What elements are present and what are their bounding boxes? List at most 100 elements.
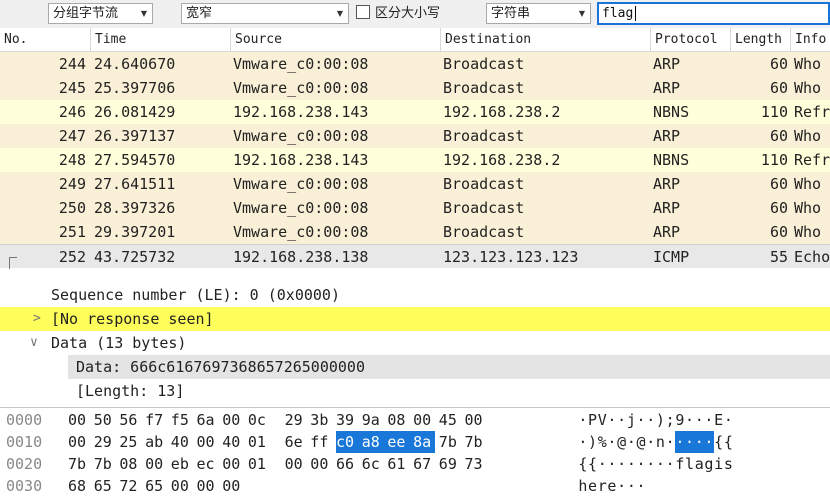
hex-byte[interactable]: 08 [387,409,409,431]
hex-byte[interactable]: c0 [336,431,362,453]
ascii-char[interactable]: · [675,431,685,453]
hex-byte[interactable]: 72 [119,475,141,497]
ascii-char[interactable]: V [597,409,607,431]
hex-byte[interactable]: 73 [465,453,487,475]
detail-row-no-response[interactable]: > [No response seen] [0,307,830,331]
ascii-char[interactable]: e [607,475,617,497]
ascii-char[interactable]: r [597,475,607,497]
ascii-char[interactable]: · [617,453,627,475]
ascii-char[interactable]: ) [588,431,598,453]
hex-byte[interactable]: 00 [413,409,435,431]
ascii-char[interactable]: · [724,409,734,431]
hex-byte[interactable]: eb [171,453,193,475]
ascii-char[interactable]: · [617,475,627,497]
hex-byte[interactable]: 65 [94,475,116,497]
char-width-select[interactable]: 宽窄 ▼ [181,3,349,24]
ascii-char[interactable]: i [714,453,724,475]
packet-details[interactable]: Sequence number (LE): 0 (0x0000) > [No r… [0,283,830,405]
packet-row[interactable]: 248 27.594570 192.168.238.143 192.168.238.2… [0,148,830,172]
ascii-char[interactable]: s [724,453,734,475]
ascii-char[interactable]: j [627,409,637,431]
hex-byte[interactable]: 00 [222,409,244,431]
hex-byte[interactable]: 00 [145,453,167,475]
hex-byte[interactable]: 25 [119,431,141,453]
ascii-char[interactable]: a [694,453,704,475]
ascii-char[interactable]: · [636,475,646,497]
packet-bytes[interactable]: 0000 00 50 56 f7 f5 6a 00 0c 29 3b 39 9a 08 00 45 00 · P V ·… [0,407,830,500]
ascii-char[interactable]: · [704,409,714,431]
checkbox-icon[interactable] [356,5,370,19]
hex-row[interactable]: 0020 7b 7b 08 00 eb ec 00 01 00 00 66 6c 61 67 69 73{{· ·… [0,453,830,475]
ascii-char[interactable]: · [578,409,588,431]
hex-byte[interactable]: 40 [171,431,193,453]
ascii-char[interactable]: · [704,431,714,453]
column-header-destination[interactable]: Destination [440,28,650,52]
ascii-char[interactable]: · [617,409,627,431]
ascii-char[interactable]: @ [617,431,627,453]
hex-byte[interactable]: 66 [336,453,358,475]
ascii-char[interactable]: · [694,431,705,453]
hex-byte[interactable]: f5 [171,409,193,431]
hex-byte[interactable]: 29 [285,409,307,431]
ascii-char[interactable]: g [704,453,714,475]
hex-byte[interactable]: f7 [145,409,167,431]
hex-byte[interactable]: 01 [248,453,270,475]
ascii-char[interactable]: · [685,409,695,431]
packet-row[interactable]: 252 43.725732 192.168.238.138 123.123.123.1… [0,244,830,269]
ascii-char[interactable]: · [607,431,617,453]
ascii-char[interactable]: e [588,475,598,497]
hex-byte[interactable]: 3b [310,409,332,431]
hex-byte[interactable]: 01 [248,431,270,453]
hex-byte[interactable]: 39 [336,409,358,431]
hex-byte[interactable]: 29 [94,431,116,453]
hex-byte[interactable]: 65 [145,475,167,497]
ascii-char[interactable]: · [694,409,704,431]
hex-byte[interactable]: 67 [413,453,435,475]
ascii-char[interactable]: · [627,431,637,453]
hex-byte[interactable]: a8 [361,431,388,453]
ascii-char[interactable]: · [597,453,607,475]
ascii-char[interactable]: · [646,431,656,453]
ascii-char[interactable]: E [714,409,724,431]
ascii-char[interactable]: { [578,453,588,475]
hex-byte[interactable]: ee [387,431,414,453]
hex-byte[interactable]: 00 [465,409,487,431]
hex-byte[interactable]: 00 [310,453,332,475]
detail-row-data[interactable]: ∨ Data (13 bytes) [0,331,830,355]
hex-byte[interactable]: 00 [197,475,219,497]
ascii-char[interactable]: · [627,475,637,497]
ascii-char[interactable]: P [588,409,598,431]
column-header-no[interactable]: No. [0,28,90,52]
hex-byte[interactable]: 56 [119,409,141,431]
column-header-length[interactable]: Length [730,28,790,52]
ascii-char[interactable]: · [646,409,656,431]
hex-byte[interactable]: 8a [413,431,436,453]
packet-list[interactable]: No. Time Source Destination Protocol Len… [0,28,830,274]
packet-row[interactable]: 251 29.397201 Vmware_c0:00:08 Broadcast ARP 6… [0,220,830,244]
packet-row[interactable]: 245 25.397706 Vmware_c0:00:08 Broadcast ARP 6… [0,76,830,100]
hex-byte[interactable]: 00 [171,475,193,497]
ascii-char[interactable]: · [578,431,588,453]
hex-byte[interactable]: 7b [68,453,90,475]
detail-row-sequence[interactable]: Sequence number (LE): 0 (0x0000) [0,283,830,307]
search-input[interactable] [597,2,830,25]
hex-row[interactable]: 0010 00 29 25 ab 40 00 40 01 6e ff c0 a8 ee 8a 7b 7b ·)% ·… [0,431,830,453]
hex-byte[interactable]: ab [145,431,167,453]
hex-byte[interactable]: 6a [197,409,219,431]
ascii-char[interactable]: n [656,431,666,453]
hex-byte[interactable]: ec [197,453,219,475]
ascii-char[interactable]: { [714,431,724,453]
ascii-char[interactable]: · [665,431,675,453]
hex-byte[interactable]: 00 [68,409,90,431]
packet-row[interactable]: 247 26.397137 Vmware_c0:00:08 Broadcast ARP 6… [0,124,830,148]
packet-row[interactable]: 249 27.641511 Vmware_c0:00:08 Broadcast ARP 6… [0,172,830,196]
ascii-char[interactable]: · [607,453,617,475]
hex-byte[interactable]: ff [310,431,332,453]
packet-row[interactable]: 244 24.640670 Vmware_c0:00:08 Broadcast ARP 6… [0,52,830,76]
display-mode-select[interactable]: 分组字节流 ▼ [48,3,153,24]
hex-byte[interactable]: 50 [94,409,116,431]
ascii-char[interactable]: ) [656,409,666,431]
hex-byte[interactable]: 0c [248,409,270,431]
ascii-char[interactable]: % [597,431,607,453]
detail-row-length[interactable]: [Length: 13] [0,379,830,403]
